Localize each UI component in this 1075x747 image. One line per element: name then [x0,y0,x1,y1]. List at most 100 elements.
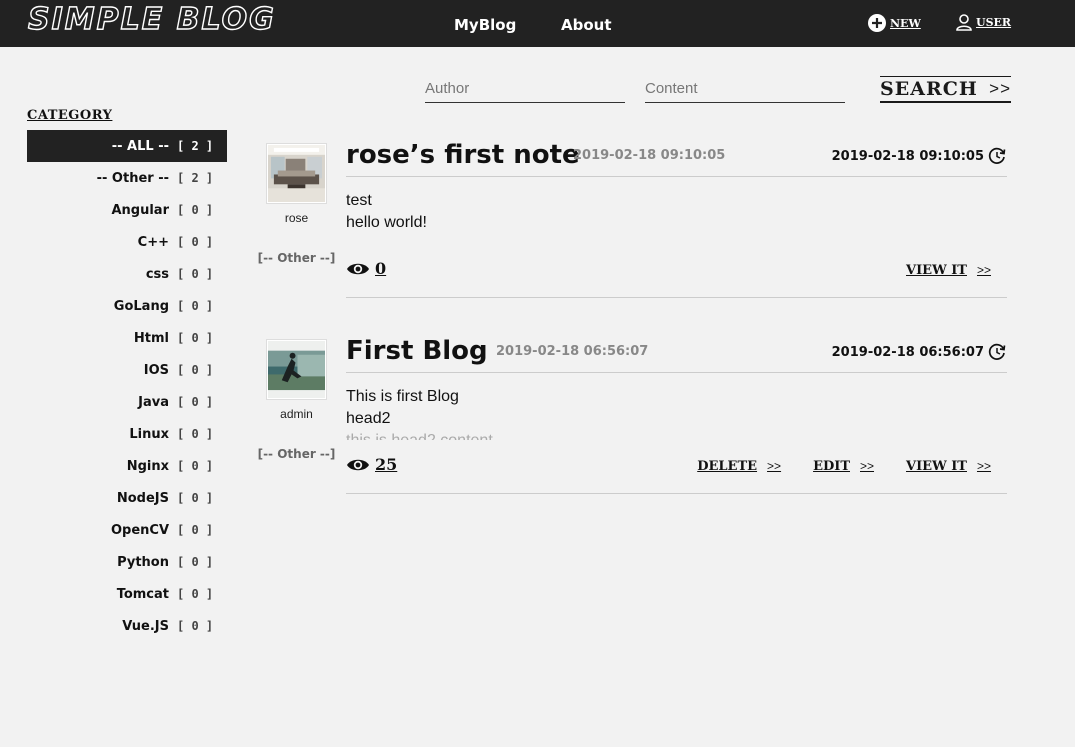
view-counter: 25 [346,455,397,474]
category-count: [ 2 ] [177,139,214,153]
search-button-label: SEARCH [880,78,978,100]
post-card: rose [-- Other --] rose’s first note 201… [256,140,1007,303]
edit-button[interactable]: EDIT >> [813,459,874,474]
post-divider [346,372,1007,373]
view-counter: 0 [346,259,386,278]
category-item[interactable]: IOS [ 0 ] [27,354,227,386]
category-count: [ 2 ] [177,171,214,185]
post-actions: VIEW IT >> [906,263,991,278]
category-item[interactable]: NodeJS [ 0 ] [27,482,227,514]
excerpt-line: head2 [346,410,391,427]
category-list: -- ALL -- [ 2 ] -- Other -- [ 2 ] Angular [ 0… [27,130,227,642]
content-search-input[interactable] [645,74,845,103]
post-title[interactable]: First Blog [346,336,488,366]
view-it-button[interactable]: VIEW IT >> [906,263,991,278]
category-label: Java [138,394,169,410]
author-name[interactable]: rose [266,211,327,225]
category-count: [ 0 ] [177,459,214,473]
category-label: Angular [111,202,169,218]
post-updated: 2019-02-18 06:56:07 [832,342,1007,362]
post-category-tag[interactable]: [-- Other --] [256,251,337,265]
search-button[interactable]: SEARCH >> [880,76,1011,103]
view-it-arrow: >> [976,459,991,473]
post-divider [346,493,1007,494]
author-avatar[interactable] [266,143,327,204]
delete-label: DELETE [697,459,758,474]
new-post-button[interactable]: NEW [867,13,921,33]
category-count: [ 0 ] [177,331,214,345]
site-logo[interactable]: SIMPLE BLOG [27,1,276,37]
post-title[interactable]: rose’s first note [346,140,580,170]
category-item[interactable]: Java [ 0 ] [27,386,227,418]
category-item[interactable]: Nginx [ 0 ] [27,450,227,482]
category-item[interactable]: Python [ 0 ] [27,546,227,578]
category-title: CATEGORY [27,108,113,123]
user-button[interactable]: USER [955,13,1011,31]
post-excerpt: test hello world! [346,190,966,244]
author-name[interactable]: admin [266,407,327,421]
excerpt-line: test [346,192,372,209]
category-label: Python [117,554,169,570]
author-search-input[interactable] [425,74,625,103]
category-item[interactable]: GoLang [ 0 ] [27,290,227,322]
excerpt-line: This is first Blog [346,388,459,405]
category-count: [ 0 ] [177,491,214,505]
category-label: OpenCV [110,522,169,538]
post-updated: 2019-02-18 09:10:05 [832,146,1007,166]
nav-about[interactable]: About [561,16,612,34]
delete-arrow: >> [767,459,782,473]
refresh-clock-icon [988,343,1006,360]
eye-icon [347,263,369,274]
category-label: Nginx [126,458,169,474]
view-count: 25 [375,455,398,474]
post-category-tag[interactable]: [-- Other --] [256,447,337,461]
category-count: [ 0 ] [177,363,214,377]
category-item[interactable]: -- Other -- [ 2 ] [27,162,227,194]
excerpt-line: hello world! [346,214,427,231]
category-item[interactable]: Vue.JS [ 0 ] [27,610,227,642]
category-count: [ 0 ] [177,395,214,409]
post-card: admin [-- Other --] First Blog 2019-02-1… [256,336,1007,499]
category-item[interactable]: css [ 0 ] [27,258,227,290]
view-it-button[interactable]: VIEW IT >> [906,459,991,474]
user-icon [956,14,972,31]
category-count: [ 0 ] [177,555,214,569]
category-label: Html [133,330,169,346]
excerpt-line: this is head2 content [346,430,966,440]
category-item[interactable]: -- ALL -- [ 2 ] [27,130,227,162]
category-item[interactable]: Html [ 0 ] [27,322,227,354]
category-label: Vue.JS [122,618,169,634]
category-label: NodeJS [116,490,169,506]
plus-circle-icon [868,14,886,32]
category-item[interactable]: Tomcat [ 0 ] [27,578,227,610]
edit-arrow: >> [860,459,875,473]
category-label: Linux [129,426,169,442]
category-count: [ 0 ] [177,523,214,537]
category-item[interactable]: Linux [ 0 ] [27,418,227,450]
view-it-label: VIEW IT [906,459,967,474]
delete-button[interactable]: DELETE >> [697,459,781,474]
category-item[interactable]: Angular [ 0 ] [27,194,227,226]
category-item[interactable]: OpenCV [ 0 ] [27,514,227,546]
new-post-label: NEW [890,16,921,30]
category-count: [ 0 ] [177,299,214,313]
category-count: [ 0 ] [177,267,214,281]
post-divider [346,297,1007,298]
category-count: [ 0 ] [177,203,214,217]
category-label: css [145,266,169,282]
author-avatar[interactable] [266,339,327,400]
category-label: Tomcat [116,586,169,602]
post-updated-date: 2019-02-18 09:10:05 [831,148,984,164]
category-label: GoLang [113,298,169,314]
nav-myblog[interactable]: MyBlog [454,16,516,34]
top-bar: SIMPLE BLOG MyBlog About NEW USER [0,0,1075,47]
view-count: 0 [375,259,387,278]
view-it-arrow: >> [976,263,991,277]
post-excerpt: This is first Blog head2 this is head2 c… [346,386,966,440]
category-item[interactable]: C++ [ 0 ] [27,226,227,258]
category-label: -- Other -- [96,170,169,186]
category-count: [ 0 ] [177,427,214,441]
post-date: 2019-02-18 09:10:05 [573,148,726,163]
category-label: C++ [137,234,169,250]
category-count: [ 0 ] [177,587,214,601]
